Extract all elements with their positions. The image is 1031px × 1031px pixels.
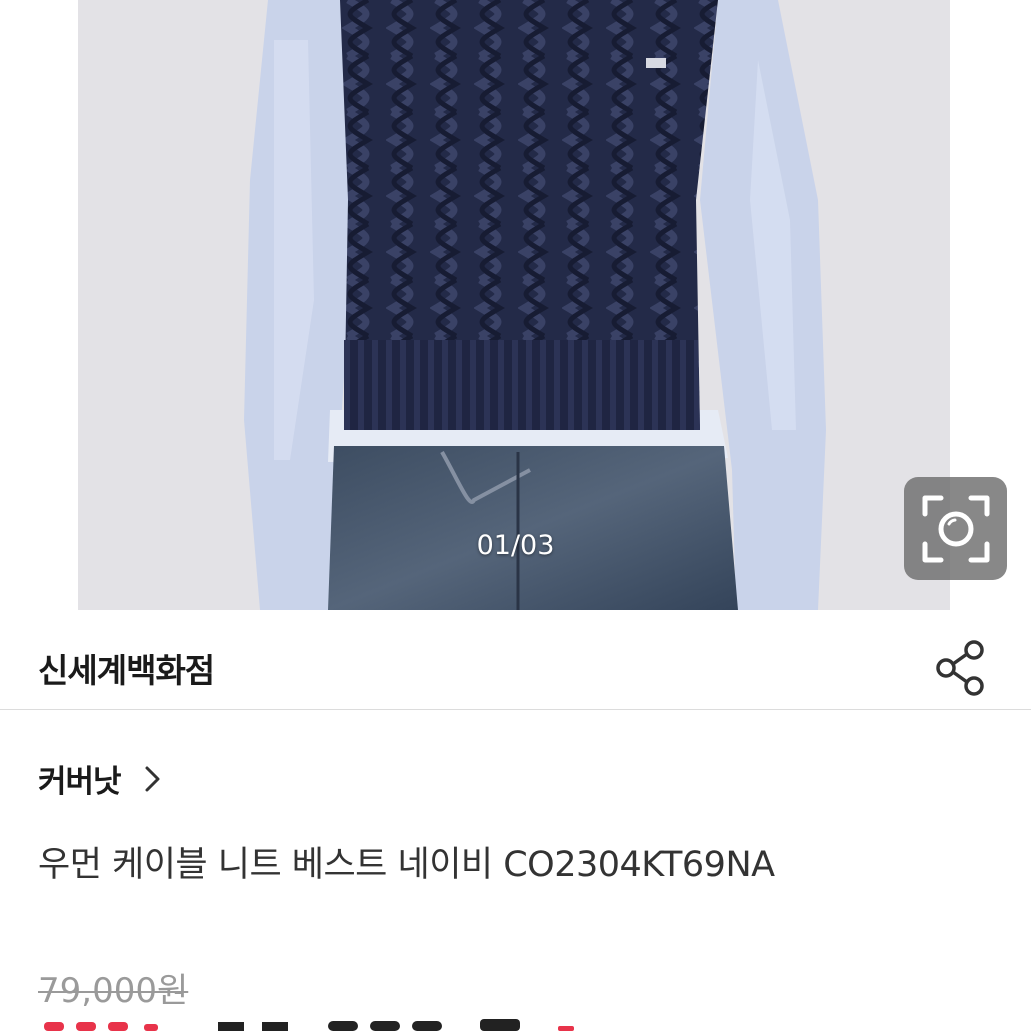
product-photo[interactable]	[78, 0, 950, 610]
image-counter: 01/03	[476, 530, 555, 561]
seller-row: 신세계백화점	[0, 610, 1031, 710]
seller-name[interactable]: 신세계백화점	[38, 644, 215, 692]
sale-price-partial	[38, 1018, 598, 1031]
discount-rate-partial	[44, 1022, 158, 1031]
sale-amount-partial	[218, 1019, 574, 1031]
image-search-icon	[922, 495, 989, 562]
product-detail-page: 01/03 신세계백화점 커버낫 우먼 케이블 니트 베스트 네이비 CO230…	[0, 0, 1031, 1031]
chevron-right-icon	[145, 766, 160, 791]
share-icon	[936, 640, 984, 696]
product-title: 우먼 케이블 니트 베스트 네이비 CO2304KT69NA	[38, 845, 775, 885]
product-photo-illustration	[78, 0, 950, 610]
image-search-button[interactable]	[904, 477, 1007, 580]
share-button[interactable]	[934, 638, 988, 698]
product-image-gallery[interactable]: 01/03	[0, 0, 1031, 610]
original-price: 79,000원	[38, 971, 189, 1011]
brand-name: 커버낫	[38, 764, 122, 800]
brand-link[interactable]: 커버낫	[38, 756, 163, 801]
